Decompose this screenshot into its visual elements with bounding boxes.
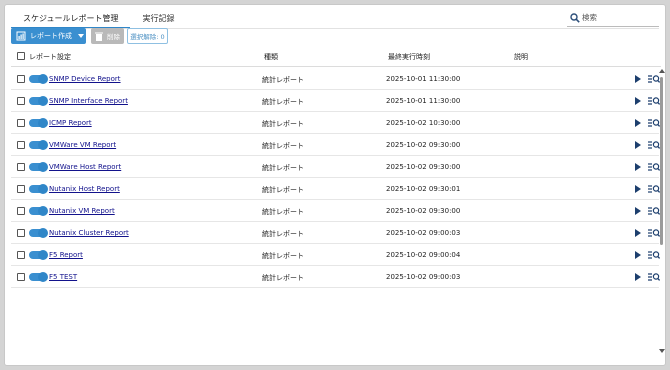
report-type: 統計レポート bbox=[262, 142, 304, 150]
table-row: F5 TEST 統計レポート 2025-10-02 09:00:03 bbox=[11, 266, 660, 288]
header-divider bbox=[11, 66, 661, 67]
report-name-link[interactable]: VMWare VM Report bbox=[49, 141, 116, 149]
enable-toggle[interactable] bbox=[29, 118, 48, 128]
table-row: SNMP Device Report 統計レポート 2025-10-01 11:30… bbox=[11, 68, 660, 90]
table-row: ICMP Report 統計レポート 2025-10-02 10:30:00 bbox=[11, 112, 660, 134]
tab-execution-history[interactable]: 実行記録 bbox=[130, 9, 186, 29]
play-icon[interactable] bbox=[635, 141, 641, 149]
delete-button[interactable]: 削除 bbox=[91, 28, 124, 44]
table-row: F5 Report 統計レポート 2025-10-02 09:00:04 bbox=[11, 244, 660, 266]
row-checkbox[interactable] bbox=[17, 75, 25, 83]
enable-toggle[interactable] bbox=[29, 250, 48, 260]
play-icon[interactable] bbox=[635, 97, 641, 105]
table-row: VMWare VM Report 統計レポート 2025-10-02 09:30:0… bbox=[11, 134, 660, 156]
report-type: 統計レポート bbox=[262, 230, 304, 238]
play-icon[interactable] bbox=[635, 163, 641, 171]
enable-toggle[interactable] bbox=[29, 162, 48, 172]
report-type: 統計レポート bbox=[262, 186, 304, 194]
table-row: Nutanix Host Report 統計レポート 2025-10-02 09:3… bbox=[11, 178, 660, 200]
toolbar: レポート作成 削除 選択解除: 0 bbox=[11, 27, 168, 45]
column-header-description: 説明 bbox=[514, 53, 528, 61]
scroll-down-icon[interactable] bbox=[659, 349, 665, 353]
play-icon[interactable] bbox=[635, 185, 641, 193]
report-last-run: 2025-10-02 09:30:00 bbox=[386, 163, 461, 171]
clear-selection-button[interactable]: 選択解除: 0 bbox=[127, 28, 168, 44]
report-type: 統計レポート bbox=[262, 252, 304, 260]
report-name-link[interactable]: Nutanix Host Report bbox=[49, 185, 120, 193]
report-last-run: 2025-10-02 09:00:03 bbox=[386, 273, 461, 281]
column-header-last-run: 最終実行時刻 bbox=[388, 53, 430, 61]
report-type: 統計レポート bbox=[262, 208, 304, 216]
row-checkbox[interactable] bbox=[17, 97, 25, 105]
play-icon[interactable] bbox=[635, 119, 641, 127]
report-last-run: 2025-10-02 09:30:01 bbox=[386, 185, 461, 193]
report-type: 統計レポート bbox=[262, 120, 304, 128]
report-name-link[interactable]: F5 Report bbox=[49, 251, 83, 259]
column-header-type: 種類 bbox=[264, 53, 278, 61]
play-icon[interactable] bbox=[635, 273, 641, 281]
report-last-run: 2025-10-02 09:30:00 bbox=[386, 141, 461, 149]
report-type: 統計レポート bbox=[262, 98, 304, 106]
enable-toggle[interactable] bbox=[29, 272, 48, 282]
app-window: スケジュールレポート管理 実行記録 レポート作成 削除 bbox=[4, 4, 666, 366]
report-last-run: 2025-10-01 11:30:00 bbox=[386, 75, 461, 83]
report-name-link[interactable]: SNMP Interface Report bbox=[49, 97, 128, 105]
scrollbar[interactable] bbox=[659, 67, 665, 357]
report-last-run: 2025-10-01 11:30:00 bbox=[386, 97, 461, 105]
select-all-checkbox[interactable] bbox=[17, 52, 25, 60]
row-checkbox[interactable] bbox=[17, 207, 25, 215]
report-name-link[interactable]: ICMP Report bbox=[49, 119, 92, 127]
report-last-run: 2025-10-02 09:30:00 bbox=[386, 207, 461, 215]
tab-bar: スケジュールレポート管理 実行記録 bbox=[11, 9, 186, 29]
table-row: Nutanix Cluster Report 統計レポート 2025-10-02 0… bbox=[11, 222, 660, 244]
report-name-link[interactable]: Nutanix Cluster Report bbox=[49, 229, 129, 237]
report-add-icon bbox=[16, 31, 26, 41]
report-name-link[interactable]: SNMP Device Report bbox=[49, 75, 121, 83]
create-report-label: レポート作成 bbox=[30, 32, 72, 40]
chevron-down-icon bbox=[78, 34, 84, 38]
trash-icon bbox=[95, 32, 103, 41]
enable-toggle[interactable] bbox=[29, 140, 48, 150]
scrollbar-thumb[interactable] bbox=[660, 77, 663, 245]
row-checkbox[interactable] bbox=[17, 141, 25, 149]
search-icon bbox=[570, 12, 580, 23]
table-row: Nutanix VM Report 統計レポート 2025-10-02 09:30:… bbox=[11, 200, 660, 222]
row-checkbox[interactable] bbox=[17, 273, 25, 281]
search-box bbox=[567, 9, 659, 27]
search-input[interactable] bbox=[582, 13, 654, 22]
play-icon[interactable] bbox=[635, 251, 641, 259]
enable-toggle[interactable] bbox=[29, 74, 48, 84]
enable-toggle[interactable] bbox=[29, 228, 48, 238]
report-name-link[interactable]: Nutanix VM Report bbox=[49, 207, 115, 215]
report-last-run: 2025-10-02 10:30:00 bbox=[386, 119, 461, 127]
row-checkbox[interactable] bbox=[17, 185, 25, 193]
enable-toggle[interactable] bbox=[29, 96, 48, 106]
table-header: レポート設定 種類 最終実行時刻 説明 bbox=[11, 49, 661, 63]
play-icon[interactable] bbox=[635, 75, 641, 83]
column-header-settings: レポート設定 bbox=[29, 53, 71, 61]
report-name-link[interactable]: VMWare Host Report bbox=[49, 163, 121, 171]
report-type: 統計レポート bbox=[262, 76, 304, 84]
report-last-run: 2025-10-02 09:00:03 bbox=[386, 229, 461, 237]
play-icon[interactable] bbox=[635, 229, 641, 237]
report-last-run: 2025-10-02 09:00:04 bbox=[386, 251, 461, 259]
scroll-up-icon[interactable] bbox=[659, 69, 665, 73]
row-checkbox[interactable] bbox=[17, 163, 25, 171]
row-checkbox[interactable] bbox=[17, 119, 25, 127]
row-checkbox[interactable] bbox=[17, 251, 25, 259]
enable-toggle[interactable] bbox=[29, 184, 48, 194]
report-type: 統計レポート bbox=[262, 164, 304, 172]
delete-label: 削除 bbox=[107, 33, 120, 41]
tab-scheduled-reports[interactable]: スケジュールレポート管理 bbox=[11, 9, 131, 29]
create-report-button[interactable]: レポート作成 bbox=[11, 28, 86, 44]
enable-toggle[interactable] bbox=[29, 206, 48, 216]
table-row: VMWare Host Report 統計レポート 2025-10-02 09:30… bbox=[11, 156, 660, 178]
play-icon[interactable] bbox=[635, 207, 641, 215]
report-type: 統計レポート bbox=[262, 274, 304, 282]
table-row: SNMP Interface Report 統計レポート 2025-10-01 11… bbox=[11, 90, 660, 112]
report-name-link[interactable]: F5 TEST bbox=[49, 273, 77, 281]
row-checkbox[interactable] bbox=[17, 229, 25, 237]
